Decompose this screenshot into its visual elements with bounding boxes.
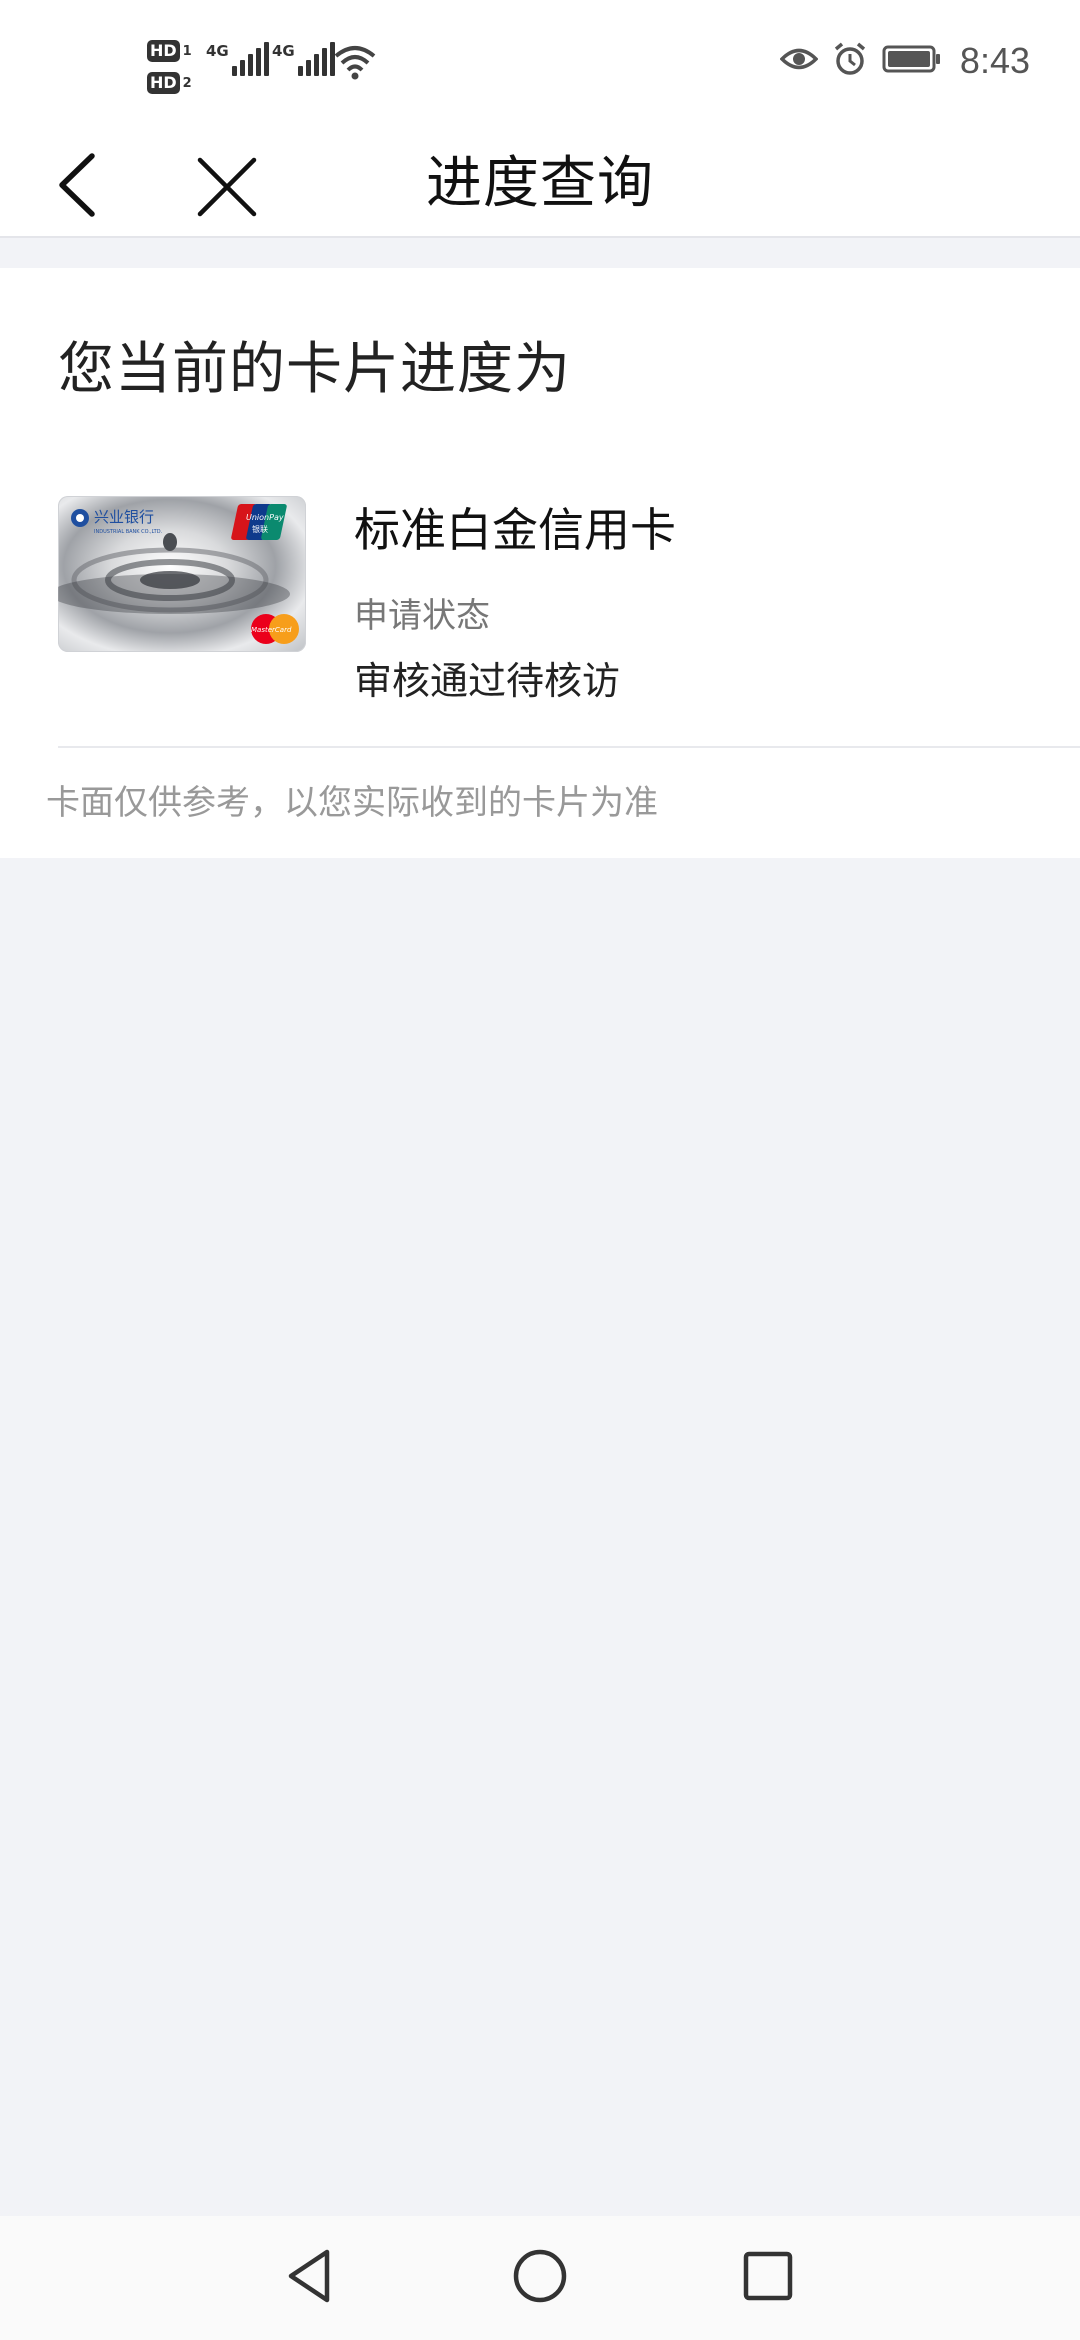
clock-time: 8:43 bbox=[959, 40, 1030, 81]
sim1-signal-icon: 4G bbox=[206, 42, 272, 76]
unionpay-logo: UnionPay 银联 bbox=[231, 504, 287, 540]
sim2-hd-badge: HD bbox=[147, 72, 180, 94]
system-recents-button[interactable] bbox=[738, 2246, 798, 2306]
unionpay-text: UnionPay bbox=[246, 513, 284, 522]
recents-square-icon bbox=[743, 2251, 793, 2301]
system-back-button[interactable] bbox=[281, 2246, 341, 2306]
status-bar: HD 1 HD 2 4G 4G 8:43 bbox=[0, 0, 1080, 130]
unionpay-cn-text: 银联 bbox=[252, 524, 268, 534]
alarm-icon bbox=[832, 41, 868, 81]
sim1-slot: 1 bbox=[182, 43, 192, 59]
sim2-network-type: 4G bbox=[272, 42, 295, 60]
section-title: 您当前的卡片进度为 bbox=[58, 337, 571, 402]
wifi-icon bbox=[334, 44, 376, 84]
card-bank-name: 兴业银行 bbox=[94, 508, 154, 526]
screen: HD 1 HD 2 4G 4G 8:43 进度查询 您当前的卡片进度为 兴业银行… bbox=[0, 0, 1080, 2340]
navigation-bar: 进度查询 bbox=[0, 130, 1080, 238]
divider bbox=[58, 746, 1080, 748]
card-product-name: 标准白金信用卡 bbox=[354, 503, 676, 557]
system-navigation-bar bbox=[0, 2216, 1080, 2340]
status-right-group: 8:43 bbox=[779, 40, 1030, 82]
card-bank-name-en: INDUSTRIAL BANK CO.,LTD. bbox=[94, 529, 163, 535]
page-title: 进度查询 bbox=[426, 151, 654, 216]
back-triangle-icon bbox=[288, 2249, 330, 2303]
mastercard-text: MasterCard bbox=[251, 626, 292, 634]
system-home-button[interactable] bbox=[510, 2246, 570, 2306]
card-face-disclaimer: 卡面仅供参考，以您实际收到的卡片为准 bbox=[46, 783, 658, 823]
eye-icon bbox=[779, 44, 819, 78]
battery-icon bbox=[882, 44, 942, 78]
mastercard-logo: MasterCard bbox=[251, 614, 299, 644]
credit-card-image: 兴业银行 INDUSTRIAL BANK CO.,LTD. UnionPay 银… bbox=[58, 496, 306, 652]
sim-hd-badges: HD 1 HD 2 bbox=[147, 36, 201, 100]
progress-card: 您当前的卡片进度为 兴业银行 INDUSTRIAL BANK CO.,LTD. … bbox=[0, 268, 1080, 858]
sim2-slot: 2 bbox=[182, 75, 192, 91]
application-status-value: 审核通过待核访 bbox=[354, 659, 621, 703]
home-circle-icon bbox=[513, 2249, 567, 2303]
sim2-signal-icon: 4G bbox=[272, 42, 338, 76]
sim1-network-type: 4G bbox=[206, 42, 229, 60]
application-status-label: 申请状态 bbox=[354, 596, 490, 636]
sim1-hd-badge: HD bbox=[147, 40, 180, 62]
